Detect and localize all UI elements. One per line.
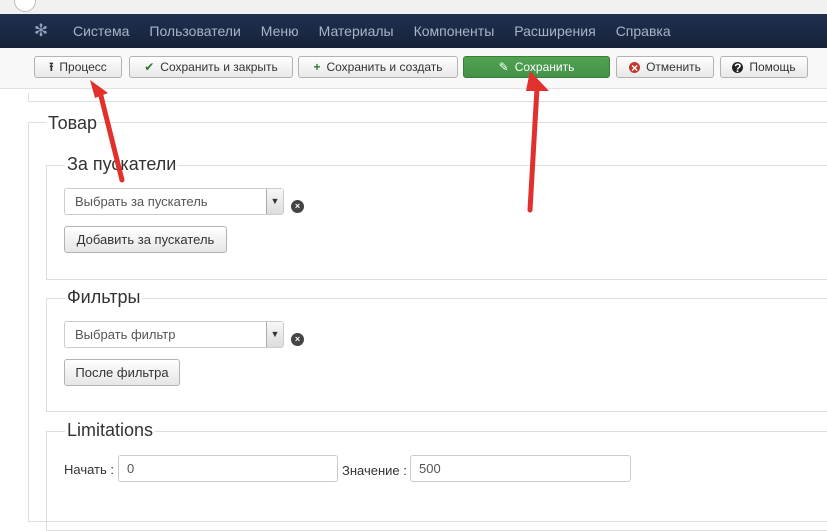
menu-item-components[interactable]: Компоненты [404,14,505,48]
add-launcher-button[interactable]: Добавить за пускатель [64,226,227,253]
question-icon: ? [732,60,744,75]
top-navbar: ✻ Система Пользователи Меню Материалы Ко… [0,14,827,49]
launcher-select-value: Выбрать за пускатель [75,194,208,209]
save-close-button-label: Сохранить и закрыть [160,60,278,74]
launchers-fieldset [46,165,827,280]
upload-icon: ⭱ [49,60,54,74]
page-divider [28,93,827,102]
filters-fieldset [46,298,827,412]
cancel-button[interactable]: × Отменить [616,56,714,78]
plus-icon: + [313,60,321,74]
launchers-legend: За пускатели [65,154,179,175]
value-input[interactable]: 500 [410,455,631,482]
start-input-value: 0 [127,461,135,476]
joomla-logo-icon[interactable]: ✻ [32,22,50,40]
start-label: Начать : [64,462,115,477]
menu-item-content[interactable]: Материалы [309,14,404,48]
cancel-icon: × [629,60,641,75]
launcher-select[interactable]: Выбрать за пускатель ▼ [64,188,284,215]
filter-select[interactable]: Выбрать фильтр ▼ [64,321,284,348]
remove-launcher-icon[interactable]: × [291,200,304,213]
menu-item-system[interactable]: Система [63,14,139,48]
remove-filter-icon[interactable]: × [291,333,304,346]
check-icon: ✔ [144,60,155,74]
toolbar: ⭱ Процесс ✔ Сохранить и закрыть + Сохран… [0,48,827,89]
limitations-legend: Limitations [65,420,156,441]
value-input-value: 500 [419,461,441,476]
menu-item-extensions[interactable]: Расширения [504,14,605,48]
value-label: Значение : [342,463,407,478]
filters-legend: Фильтры [65,287,143,308]
browser-strip [0,0,827,15]
start-input[interactable]: 0 [118,455,338,482]
process-button-label: Процесс [59,60,107,74]
save-close-button[interactable]: ✔ Сохранить и закрыть [129,56,293,78]
menu-item-help[interactable]: Справка [606,14,681,48]
save-new-button[interactable]: + Сохранить и создать [298,56,458,78]
cancel-button-label: Отменить [646,60,701,74]
filter-select-value: Выбрать фильтр [75,327,176,342]
add-filter-button[interactable]: После фильтра [64,359,180,386]
save-button-label: Сохранить [514,60,575,74]
process-button[interactable]: ⭱ Процесс [34,56,122,78]
product-legend: Товар [46,113,99,134]
menu-item-menu[interactable]: Меню [251,14,309,48]
save-button[interactable]: ✎ Сохранить [463,56,610,78]
chevron-down-icon: ▼ [266,322,283,347]
help-button-label: Помощь [749,60,796,74]
help-button[interactable]: ? Помощь [720,56,808,78]
save-new-button-label: Сохранить и создать [326,60,443,74]
main-menu: Система Пользователи Меню Материалы Комп… [63,14,681,48]
menu-item-users[interactable]: Пользователи [139,14,250,48]
edit-icon: ✎ [498,60,509,74]
browser-back-icon[interactable] [14,0,36,12]
chevron-down-icon: ▼ [266,189,283,214]
